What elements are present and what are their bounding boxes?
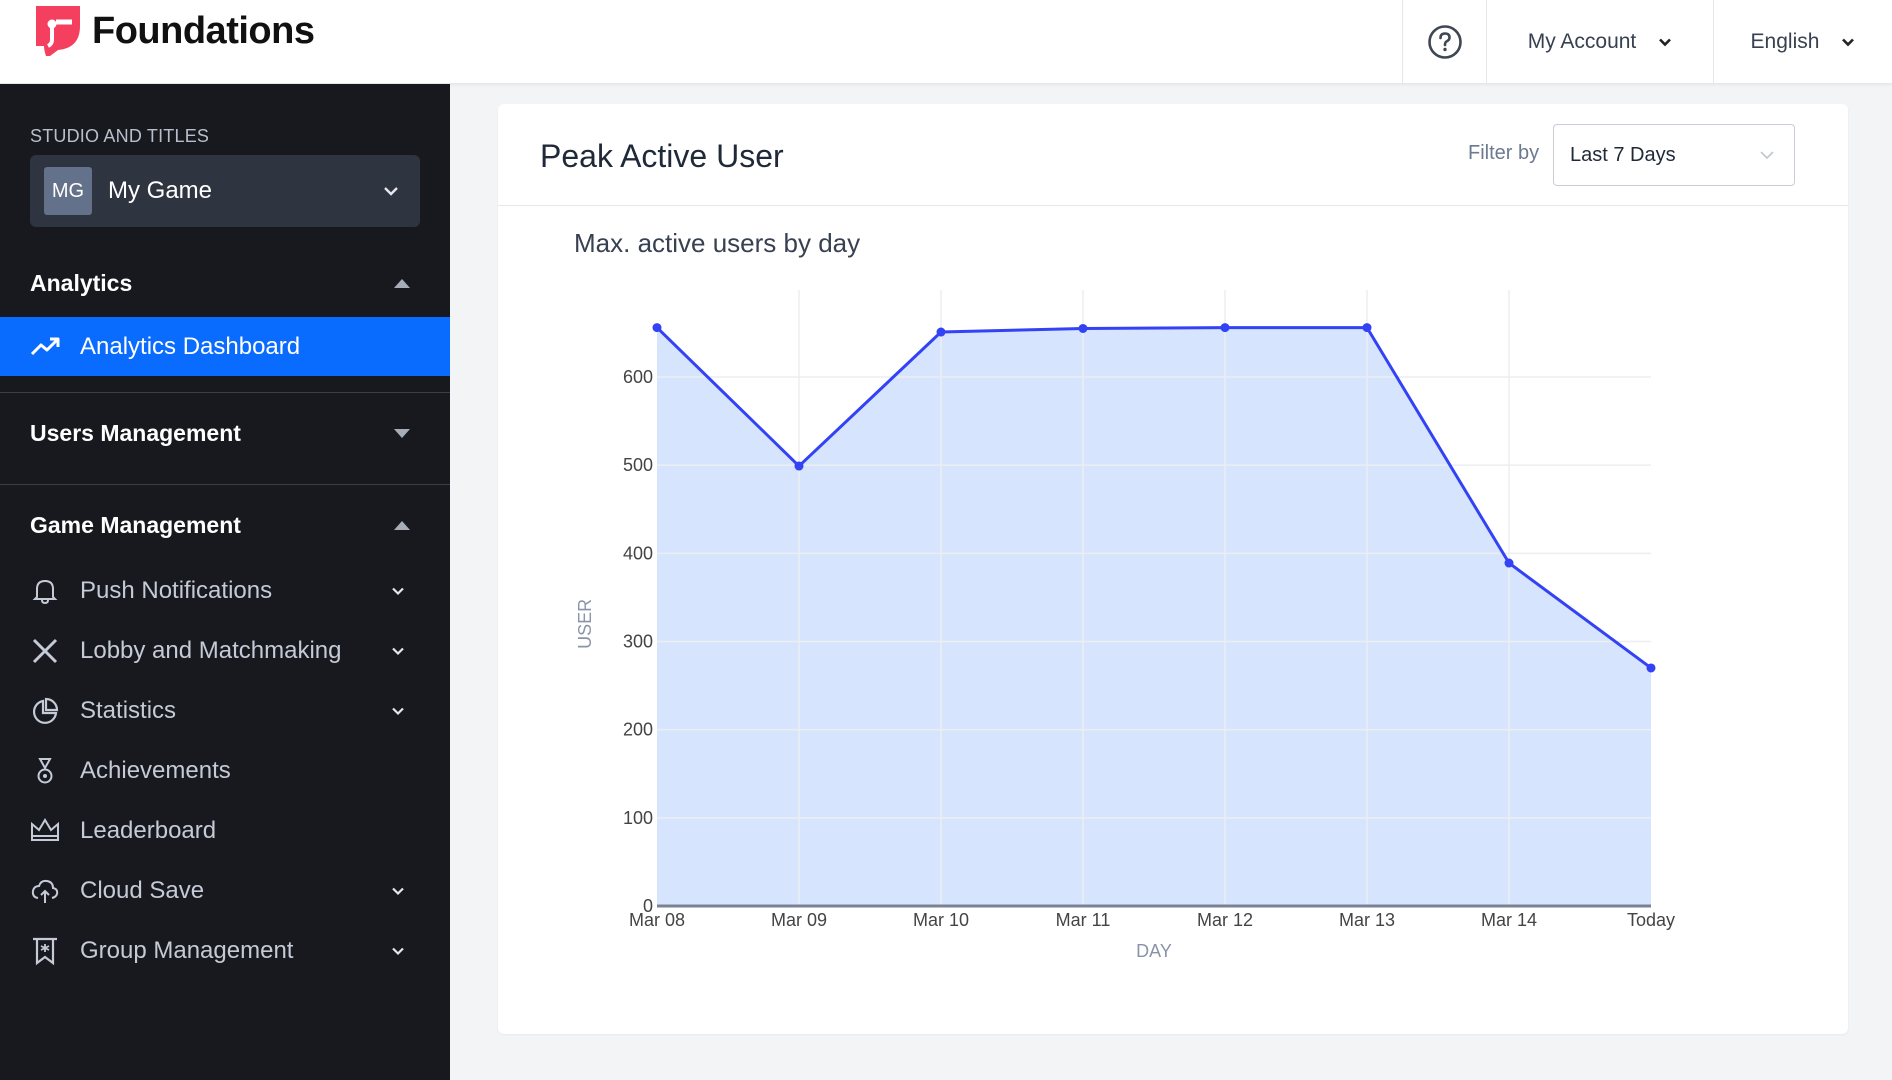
studio-name: My Game — [108, 177, 213, 204]
section-title: Analytics — [30, 270, 133, 296]
sidebar-item-leaderboard[interactable]: Leaderboard — [30, 806, 420, 856]
my-account-label: My Account — [1527, 30, 1637, 53]
sidebar-item-push-notifications[interactable]: Push Notifications — [30, 566, 420, 616]
logo[interactable]: Foundations — [36, 6, 315, 56]
top-bar: Foundations My Account English — [0, 0, 1892, 84]
sidebar-item-label: Achievements — [80, 757, 231, 784]
sidebar-item-label: Cloud Save — [80, 877, 205, 904]
x-tick-label: Today — [1627, 910, 1675, 930]
y-tick-label: 200 — [623, 720, 653, 740]
chevron-down-icon — [392, 587, 404, 596]
chevron-down-icon — [1842, 38, 1855, 47]
language-menu[interactable]: English — [1713, 0, 1892, 84]
y-tick-label: 400 — [623, 543, 653, 563]
sidebar-item-cloud-save[interactable]: Cloud Save — [30, 866, 420, 916]
area-chart[interactable]: 0100200300400500600Mar 08 Mar 09 Mar 10 Mar… — [498, 104, 1848, 1034]
x-tick-label: Mar 12 — [1197, 910, 1253, 930]
section-analytics[interactable]: Analytics — [30, 270, 420, 297]
data-point — [1504, 558, 1514, 568]
data-point — [652, 323, 662, 333]
brand-name: Foundations — [92, 9, 315, 52]
sidebar-item-label: Statistics — [80, 697, 177, 724]
y-tick-label: 100 — [623, 808, 653, 828]
y-tick-label: 500 — [623, 455, 653, 475]
sidebar-item-label: Analytics Dashboard — [80, 332, 301, 360]
divider — [0, 484, 450, 485]
sidebar-item-lobby-matchmaking[interactable]: Lobby and Matchmaking — [30, 626, 420, 676]
data-point — [1220, 323, 1230, 333]
x-tick-label: Mar 10 — [913, 910, 969, 930]
chevron-down-icon — [392, 887, 404, 896]
sidebar: STUDIO AND TITLES MG My Game Analytics A… — [0, 84, 450, 1080]
y-axis-label: USER — [575, 599, 595, 649]
data-point — [1362, 323, 1372, 333]
x-tick-label: Mar 09 — [771, 910, 827, 930]
chevron-down-icon — [384, 187, 398, 196]
data-point — [1646, 663, 1656, 673]
banner-icon — [30, 936, 60, 966]
x-tick-label: Mar 14 — [1481, 910, 1537, 930]
language-label: English — [1750, 30, 1820, 53]
cloud-upload-icon — [30, 876, 60, 906]
bell-icon — [30, 576, 60, 606]
area-fill — [657, 327, 1651, 906]
y-tick-label: 600 — [623, 367, 653, 387]
y-tick-label: 300 — [623, 631, 653, 651]
sidebar-item-achievements[interactable]: Achievements — [30, 746, 420, 796]
x-axis-label: DAY — [1136, 941, 1172, 961]
sidebar-item-group-management[interactable]: Group Management — [30, 926, 420, 976]
chevron-down-icon — [392, 707, 404, 716]
chevron-down-icon — [392, 947, 404, 956]
data-point — [1078, 323, 1088, 333]
crossed-swords-icon — [30, 636, 60, 666]
section-users-management[interactable]: Users Management — [30, 420, 420, 447]
sidebar-item-label: Leaderboard — [80, 817, 217, 844]
expand-caret-icon — [394, 429, 410, 438]
sidebar-item-label: Push Notifications — [80, 577, 273, 604]
x-tick-label: Mar 11 — [1056, 910, 1111, 930]
x-tick-label: Mar 08 — [629, 910, 685, 930]
chevron-down-icon — [1659, 38, 1672, 47]
collapse-caret-icon — [394, 279, 410, 288]
question-circle-icon — [1427, 25, 1462, 59]
help-button[interactable] — [1402, 0, 1486, 84]
x-tick-label: Mar 13 — [1339, 910, 1395, 930]
data-point — [794, 461, 804, 471]
pie-chart-icon — [30, 696, 60, 726]
sidebar-item-label: Lobby and Matchmaking — [80, 637, 342, 664]
foundations-logo-icon — [36, 6, 80, 56]
sidebar-item-label: Group Management — [80, 937, 294, 964]
studio-label: STUDIO AND TITLES — [30, 126, 210, 146]
trending-up-icon — [30, 337, 60, 355]
medal-icon — [30, 756, 60, 786]
sidebar-item-analytics-dashboard[interactable]: Analytics Dashboard — [0, 317, 450, 376]
data-point — [936, 327, 946, 337]
divider — [0, 392, 450, 393]
crown-icon — [30, 816, 60, 846]
chevron-down-icon — [392, 647, 404, 656]
collapse-caret-icon — [394, 521, 410, 530]
section-game-management[interactable]: Game Management — [30, 512, 420, 539]
studio-selector[interactable]: MG My Game — [30, 155, 420, 227]
section-title: Users Management — [30, 420, 241, 446]
my-account-menu[interactable]: My Account — [1486, 0, 1713, 84]
sidebar-item-statistics[interactable]: Statistics — [30, 686, 420, 736]
studio-avatar: MG — [44, 167, 92, 215]
section-title: Game Management — [30, 512, 241, 538]
